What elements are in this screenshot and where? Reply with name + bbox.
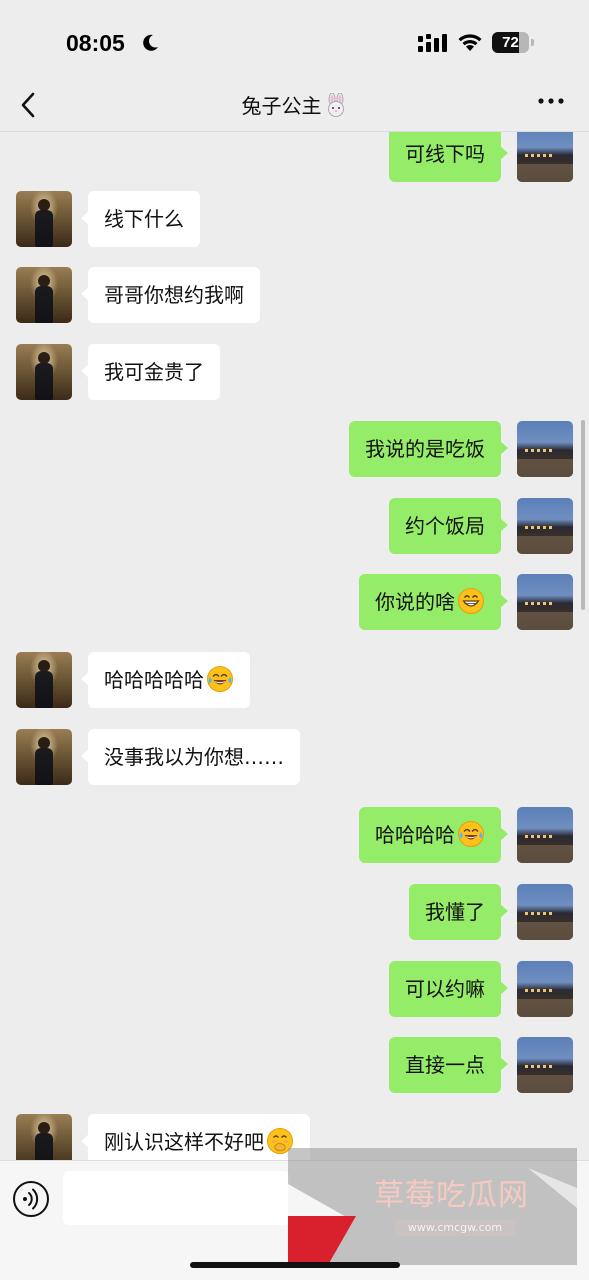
battery-level: 72 xyxy=(502,34,519,51)
incoming-message-bubble[interactable]: 刚认识这样不好吧 xyxy=(81,1114,310,1160)
message-row: 哥哥你想约我啊 xyxy=(0,267,589,323)
message-row: 直接一点 xyxy=(0,1037,589,1093)
message-row: 我可金贵了 xyxy=(0,344,589,400)
my-avatar[interactable] xyxy=(517,807,573,863)
message-text: 哥哥你想约我啊 xyxy=(104,283,244,307)
signal-icon xyxy=(418,34,447,52)
scroll-indicator[interactable] xyxy=(581,420,585,610)
tears-of-joy-icon xyxy=(458,821,484,847)
message-row: 可以约嘛 xyxy=(0,961,589,1017)
message-text: 你说的啥 xyxy=(375,590,455,614)
outgoing-message-bubble[interactable]: 我懂了 xyxy=(409,884,508,940)
wifi-icon xyxy=(458,34,482,51)
outgoing-message-bubble[interactable]: 直接一点 xyxy=(389,1037,508,1093)
outgoing-message-bubble[interactable]: 你说的啥 xyxy=(359,574,508,630)
more-dots-icon[interactable] xyxy=(537,96,565,106)
message-text: 可线下吗 xyxy=(405,142,485,166)
message-row: 约个饭局 xyxy=(0,498,589,554)
battery-icon: 72 xyxy=(492,32,534,53)
outgoing-message-bubble[interactable]: 可以约嘛 xyxy=(389,961,508,1017)
message-row: 你说的啥 xyxy=(0,574,589,630)
message-list[interactable]: 可线下吗线下什么哥哥你想约我啊 我可金贵了我说的是吃饭约个饭局你说的啥哈哈哈哈哈没… xyxy=(0,132,589,1160)
my-avatar[interactable] xyxy=(517,574,573,630)
message-text: 我说的是吃饭 xyxy=(365,437,485,461)
contact-avatar[interactable] xyxy=(16,729,72,785)
incoming-message-bubble[interactable]: 线下什么 xyxy=(81,191,200,247)
watermark-url: www.cmcgw.com xyxy=(395,1220,515,1236)
chat-title: 兔子公主 xyxy=(241,94,322,118)
outgoing-message-bubble[interactable]: 我说的是吃饭 xyxy=(349,421,508,477)
incoming-message-bubble[interactable]: 哥哥你想约我啊 xyxy=(81,267,260,323)
voice-icon[interactable] xyxy=(12,1180,50,1218)
message-text: 刚认识这样不好吧 xyxy=(104,1130,264,1154)
my-avatar[interactable] xyxy=(517,1037,573,1093)
my-avatar[interactable] xyxy=(517,961,573,1017)
contact-avatar[interactable] xyxy=(16,191,72,247)
moon-icon xyxy=(143,34,158,51)
contact-avatar[interactable] xyxy=(16,652,72,708)
my-avatar[interactable] xyxy=(517,132,573,182)
contact-avatar[interactable] xyxy=(16,1114,72,1160)
message-text: 线下什么 xyxy=(104,207,184,231)
message-text: 可以约嘛 xyxy=(405,977,485,1001)
my-avatar[interactable] xyxy=(517,421,573,477)
contact-avatar[interactable] xyxy=(16,267,72,323)
chat-header: 兔子公主 xyxy=(0,80,589,132)
watermark-title: 草莓吃瓜网 xyxy=(374,1178,529,1213)
outgoing-message-bubble[interactable]: 可线下吗 xyxy=(389,132,508,182)
message-row: 哈哈哈哈哈 xyxy=(0,652,589,708)
message-text: 直接一点 xyxy=(405,1053,485,1077)
message-text: 没事我以为你想…… xyxy=(104,745,284,769)
my-avatar[interactable] xyxy=(517,884,573,940)
tears-of-joy-icon xyxy=(207,666,233,692)
message-row: 我懂了 xyxy=(0,884,589,940)
message-row: 可线下吗 xyxy=(0,132,589,182)
status-bar: 08:05 72 xyxy=(0,0,589,80)
home-indicator[interactable] xyxy=(190,1262,400,1268)
incoming-message-bubble[interactable]: 哈哈哈哈哈 xyxy=(81,652,250,708)
message-row: 哈哈哈哈 xyxy=(0,807,589,863)
chat-title-wrap: 兔子公主 xyxy=(0,90,589,119)
message-text: 约个饭局 xyxy=(405,514,485,538)
message-text: 哈哈哈哈 xyxy=(375,823,455,847)
status-time: 08:05 xyxy=(66,30,125,56)
outgoing-message-bubble[interactable]: 约个饭局 xyxy=(389,498,508,554)
rabbit-face-icon xyxy=(327,93,344,117)
incoming-message-bubble[interactable]: 没事我以为你想…… xyxy=(81,729,300,785)
grinning-face-icon xyxy=(458,588,484,614)
message-row: 我说的是吃饭 xyxy=(0,421,589,477)
outgoing-message-bubble[interactable]: 哈哈哈哈 xyxy=(359,807,508,863)
watermark: 草莓吃瓜网 www.cmcgw.com xyxy=(288,1148,577,1265)
my-avatar[interactable] xyxy=(517,498,573,554)
message-text: 我可金贵了 xyxy=(104,360,204,384)
message-text: 我懂了 xyxy=(425,900,485,924)
message-input[interactable] xyxy=(63,1171,290,1225)
message-text: 哈哈哈哈哈 xyxy=(104,668,204,692)
message-row: 没事我以为你想…… xyxy=(0,729,589,785)
contact-avatar[interactable] xyxy=(16,344,72,400)
incoming-message-bubble[interactable]: 我可金贵了 xyxy=(81,344,220,400)
message-row: 线下什么 xyxy=(0,191,589,247)
